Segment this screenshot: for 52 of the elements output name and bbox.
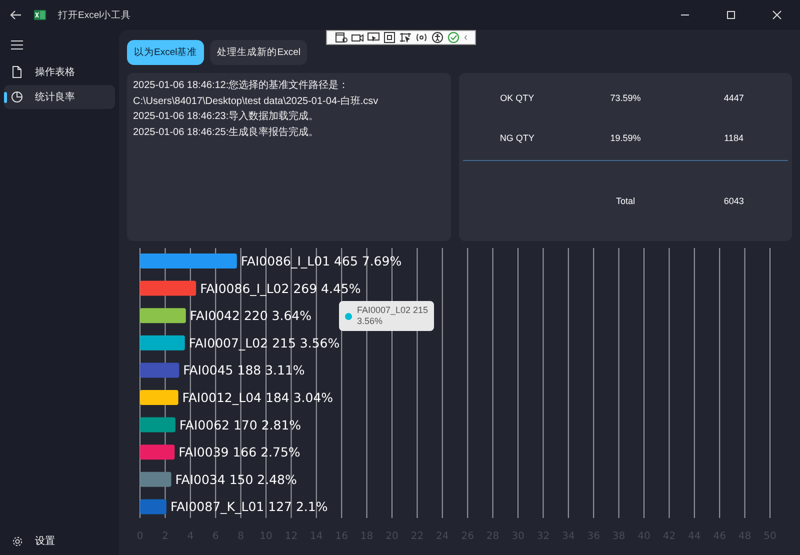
cursor-icon[interactable] (367, 32, 380, 43)
total-label: Total (614, 196, 636, 206)
category-label: FAI0012_L04 (182, 390, 262, 405)
value-label: 170 2.81% (234, 417, 302, 432)
log-line: 2025-01-06 18:46:12:您选择的基准文件路径是：C:\Users\84017\Desktop\test data\2025-01-04-白班.csv (133, 78, 380, 108)
document-icon (11, 66, 23, 78)
gear-icon (12, 536, 23, 546)
camera-icon[interactable] (351, 32, 364, 43)
stat-label: NG QTY (498, 133, 536, 143)
log-line: 2025-01-06 18:46:25:生成良率报告完成。 (133, 126, 320, 140)
value-label: 220 3.64% (244, 308, 312, 324)
square-icon[interactable] (383, 32, 396, 43)
selection-icon[interactable] (399, 32, 412, 43)
settings-item[interactable]: 设置 (4, 534, 115, 548)
log-line: 2025-01-06 18:46:23:导入数据加载完成。 (133, 110, 320, 124)
value-label: 127 2.1% (268, 499, 328, 514)
stat-count: 4447 (722, 93, 745, 103)
value-label: 269 4.45% (293, 280, 361, 296)
brackets-icon[interactable] (415, 32, 428, 43)
total-count: 6043 (722, 196, 745, 206)
value-label: 166 2.75% (232, 444, 300, 460)
menu-icon[interactable] (11, 40, 23, 50)
accessibility-icon[interactable] (431, 32, 444, 43)
category-label: FAI0087_K_L01 (170, 499, 264, 514)
stat-label: OK QTY (499, 93, 536, 103)
pie-chart-icon (11, 91, 23, 103)
value-label: 215 3.56% (272, 335, 340, 350)
nav-item[interactable]: 统计良率 (4, 85, 115, 109)
category-label: FAI0039 (178, 444, 229, 460)
category-label: FAI0086_I_L02 (200, 280, 290, 296)
category-label: FAI0034 (175, 472, 226, 487)
stat-count: 1184 (723, 133, 744, 143)
value-label: 465 7.69% (334, 254, 402, 268)
check-icon[interactable] (447, 32, 460, 43)
tab[interactable]: 处理生成新的Excel (210, 40, 308, 65)
category-label: FAI0045 (183, 362, 234, 378)
app-icon (34, 10, 46, 20)
category-label: FAI0007_L02 (188, 335, 268, 350)
nav-item[interactable]: 操作表格 (4, 60, 115, 84)
value-label: 184 3.04% (266, 390, 334, 405)
tooltip: FAI0007_L02 215 3.56% (339, 301, 434, 331)
window-settings-icon[interactable] (335, 32, 348, 43)
category-label: FAI0086_I_L01 (240, 254, 330, 268)
tab[interactable]: 以为Excel基准 (127, 40, 204, 65)
value-label: 188 3.11% (237, 362, 305, 378)
category-label: FAI0042 (190, 308, 240, 324)
stat-percent: 19.59% (609, 133, 642, 143)
value-label: 150 2.48% (229, 472, 297, 487)
stat-percent: 73.59% (609, 93, 642, 103)
back-icon[interactable] (10, 10, 22, 20)
window-title: 打开Excel小工具 (58, 8, 132, 22)
category-label: FAI0062 (179, 417, 230, 432)
